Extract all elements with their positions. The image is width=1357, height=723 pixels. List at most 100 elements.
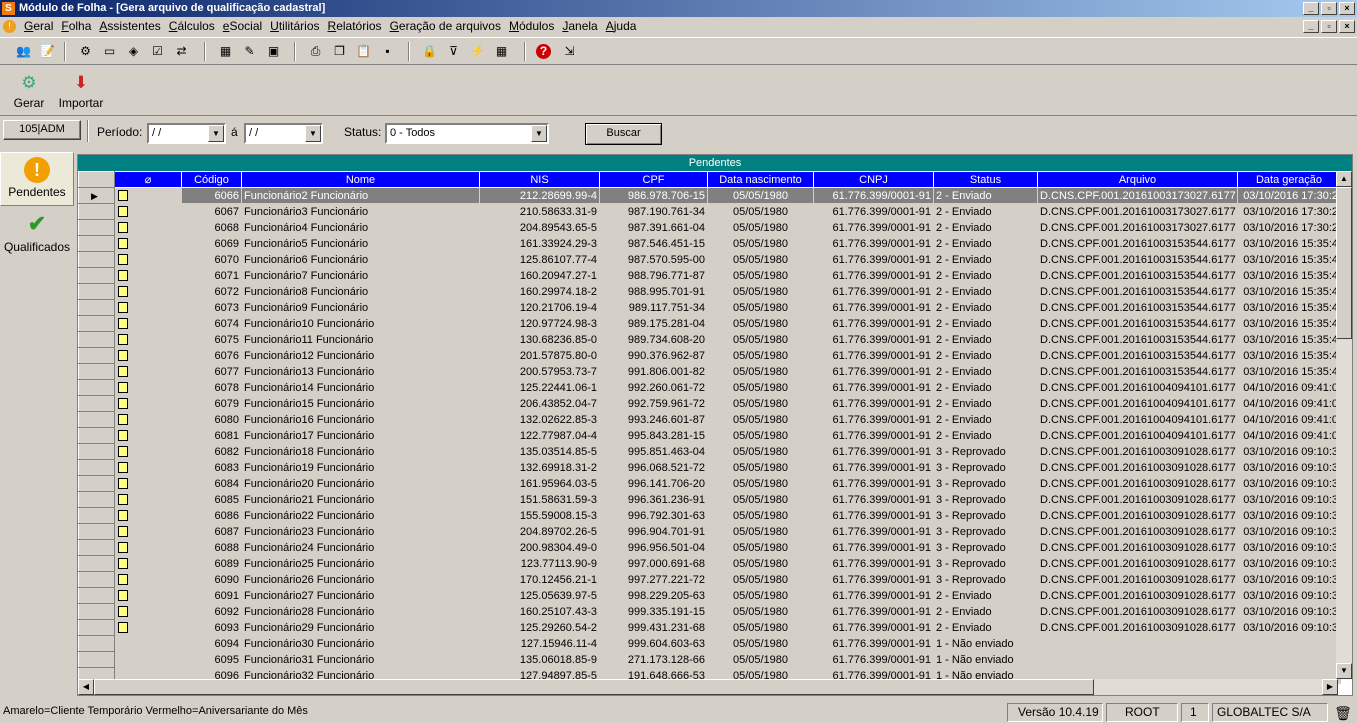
attachment-cell[interactable]	[114, 555, 182, 572]
row-indicator[interactable]	[78, 507, 115, 524]
lock-icon[interactable]: 🔒	[420, 42, 439, 61]
attachment-cell[interactable]	[114, 571, 182, 588]
transfer-icon[interactable]: ⇄	[172, 42, 191, 61]
attachment-cell[interactable]	[114, 475, 182, 492]
attach-column-header[interactable]: ⌀	[114, 171, 182, 188]
attachment-cell[interactable]	[114, 347, 182, 364]
calendar-icon[interactable]: ▦	[216, 42, 235, 61]
row-indicator[interactable]	[78, 539, 115, 556]
row-indicator[interactable]	[78, 379, 115, 396]
attachment-cell[interactable]	[114, 427, 182, 444]
table-row[interactable]: 6069 Funcionário5 Funcionário 161.33924.29…	[78, 235, 1341, 252]
column-header[interactable]: Arquivo	[1037, 171, 1238, 188]
attachment-cell[interactable]	[114, 315, 182, 332]
search-button[interactable]: Buscar	[585, 123, 662, 145]
settings-icon[interactable]: ⚙	[76, 42, 95, 61]
row-indicator[interactable]	[78, 235, 115, 252]
attachment-cell[interactable]	[114, 379, 182, 396]
table-row[interactable]: 6090 Funcionário26 Funcionário 170.12456.2…	[78, 571, 1341, 588]
table-row[interactable]: 6089 Funcionário25 Funcionário 123.77113.9…	[78, 555, 1341, 572]
trash-icon[interactable]: 🗑	[1334, 704, 1352, 722]
attachment-cell[interactable]	[114, 635, 182, 652]
exit-icon[interactable]: ⇲	[560, 42, 579, 61]
generate-button[interactable]: ⚙ Gerar	[12, 72, 46, 110]
sidebar-item-pending[interactable]: ! Pendentes	[0, 152, 74, 206]
table-row[interactable]: 6079 Funcionário15 Funcionário 206.43852.0…	[78, 395, 1341, 412]
chevron-down-icon[interactable]: ▼	[305, 125, 321, 142]
period-end-field[interactable]: / / ▼	[244, 123, 323, 144]
briefcase-icon[interactable]: ▣	[264, 42, 283, 61]
table-row[interactable]: 6088 Funcionário24 Funcionário 200.98304.4…	[78, 539, 1341, 556]
row-indicator[interactable]	[78, 299, 115, 316]
table-row[interactable]: 6076 Funcionário12 Funcionário 201.57875.8…	[78, 347, 1341, 364]
lightning-icon[interactable]: ⚡	[468, 42, 487, 61]
row-indicator[interactable]	[78, 475, 115, 492]
table-row[interactable]: 6071 Funcionário7 Funcionário 160.20947.27…	[78, 267, 1341, 284]
attachment-cell[interactable]	[114, 443, 182, 460]
attachment-cell[interactable]	[114, 299, 182, 316]
row-indicator[interactable]	[78, 411, 115, 428]
table-row[interactable]: 6083 Funcionário19 Funcionário 132.69918.3…	[78, 459, 1341, 476]
column-header[interactable]: Data nascimento	[707, 171, 814, 188]
child-close-button[interactable]: ×	[1339, 20, 1355, 33]
table-row[interactable]: 6084 Funcionário20 Funcionário 161.95964.0…	[78, 475, 1341, 492]
column-header[interactable]: CNPJ	[813, 171, 934, 188]
row-indicator[interactable]	[78, 635, 115, 652]
attachment-cell[interactable]	[114, 219, 182, 236]
row-indicator[interactable]	[78, 555, 115, 572]
row-indicator[interactable]	[78, 363, 115, 380]
horizontal-scrollbar[interactable]: ◀ ▶	[78, 679, 1338, 695]
period-start-field[interactable]: / / ▼	[147, 123, 226, 144]
scroll-up-button[interactable]: ▲	[1336, 171, 1352, 187]
chevron-down-icon[interactable]: ▼	[531, 125, 547, 142]
attachment-cell[interactable]	[114, 363, 182, 380]
row-indicator[interactable]	[78, 283, 115, 300]
row-indicator[interactable]	[78, 587, 115, 604]
menu-item[interactable]: Utilitários	[266, 19, 323, 34]
attachment-cell[interactable]	[114, 251, 182, 268]
table-row[interactable]: 6074 Funcionário10 Funcionário 120.97724.9…	[78, 315, 1341, 332]
column-header[interactable]: NIS	[479, 171, 600, 188]
table-row[interactable]: 6095 Funcionário31 Funcionário 135.06018.8…	[78, 651, 1341, 668]
menu-item[interactable]: Ajuda	[602, 19, 641, 34]
column-header[interactable]: Código	[181, 171, 242, 188]
attachment-cell[interactable]	[114, 651, 182, 668]
grid-icon[interactable]: ▦	[492, 42, 511, 61]
table-row[interactable]: 6094 Funcionário30 Funcionário 127.15946.1…	[78, 635, 1341, 652]
attachment-cell[interactable]	[114, 523, 182, 540]
menu-item[interactable]: Assistentes	[95, 19, 164, 34]
row-indicator[interactable]	[78, 427, 115, 444]
attachment-cell[interactable]	[114, 507, 182, 524]
table-row[interactable]: 6093 Funcionário29 Funcionário 125.29260.5…	[78, 619, 1341, 636]
table-row[interactable]: 6085 Funcionário21 Funcionário 151.58631.5…	[78, 491, 1341, 508]
column-header[interactable]: Status	[933, 171, 1038, 188]
disk-icon[interactable]: ▪	[378, 42, 397, 61]
check-doc-icon[interactable]: ☑	[148, 42, 167, 61]
table-row[interactable]: 6082 Funcionário18 Funcionário 135.03514.8…	[78, 443, 1341, 460]
attachment-cell[interactable]	[114, 587, 182, 604]
row-indicator[interactable]	[78, 219, 115, 236]
vertical-scrollbar[interactable]: ▲ ▼	[1336, 171, 1352, 679]
ruler-icon[interactable]: ✎	[240, 42, 259, 61]
attachment-cell[interactable]	[114, 395, 182, 412]
attachment-cell[interactable]	[114, 619, 182, 636]
row-indicator[interactable]	[78, 395, 115, 412]
row-indicator[interactable]	[78, 267, 115, 284]
table-row[interactable]: 6077 Funcionário13 Funcionário 200.57953.7…	[78, 363, 1341, 380]
scroll-left-button[interactable]: ◀	[78, 679, 94, 695]
paste-icon[interactable]: 📋	[354, 42, 373, 61]
table-row[interactable]: ▶ 6066 Funcionário2 Funcionário 212.28699.9…	[78, 187, 1341, 204]
table-row[interactable]: 6087 Funcionário23 Funcionário 204.89702.2…	[78, 523, 1341, 540]
sidebar-item-qualified[interactable]: ✔ Qualificados	[0, 210, 74, 260]
menu-item[interactable]: Folha	[57, 19, 95, 34]
table-row[interactable]: 6075 Funcionário11 Funcionário 130.68236.8…	[78, 331, 1341, 348]
table-row[interactable]: 6070 Funcionário6 Funcionário 125.86107.77…	[78, 251, 1341, 268]
copy-icon[interactable]: ❐	[330, 42, 349, 61]
table-row[interactable]: 6081 Funcionário17 Funcionário 122.77987.0…	[78, 427, 1341, 444]
table-row[interactable]: 6068 Funcionário4 Funcionário 204.89543.65…	[78, 219, 1341, 236]
company-button[interactable]: 105|ADM	[3, 120, 81, 140]
attachment-cell[interactable]	[114, 267, 182, 284]
row-indicator[interactable]	[78, 651, 115, 668]
scroll-thumb[interactable]	[1336, 187, 1352, 339]
attachment-cell[interactable]	[114, 235, 182, 252]
